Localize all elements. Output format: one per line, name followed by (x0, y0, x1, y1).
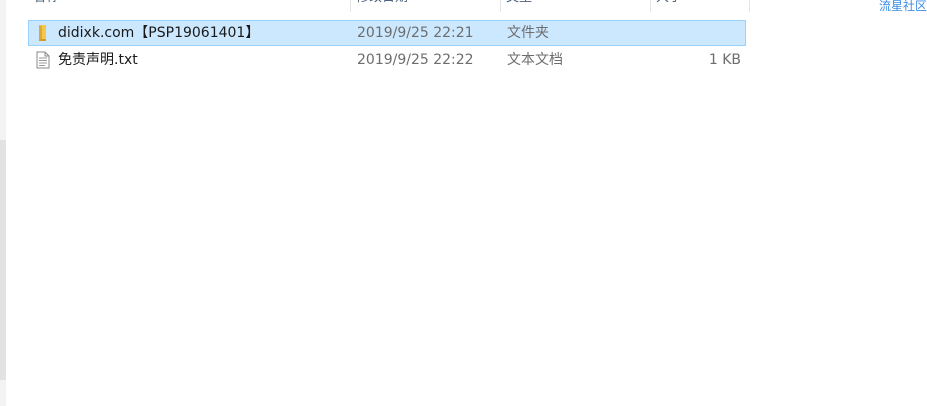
vertical-scrollbar[interactable] (0, 0, 6, 406)
text-file-icon (35, 48, 51, 72)
community-link[interactable]: 流星社区 (879, 0, 927, 14)
scrollbar-thumb[interactable] (0, 140, 6, 380)
column-size-header[interactable]: 大小 (650, 0, 750, 12)
file-size (657, 21, 741, 45)
column-date-header[interactable]: 修改日期 (350, 0, 500, 12)
folder-icon (35, 21, 51, 45)
file-row-text[interactable]: 免责声明.txt 2019/9/25 22:22 文本文档 1 KB (28, 47, 746, 73)
explorer-file-view: 名称 修改日期 类型 大小 流星社区 didixk.com【PSP1906140… (0, 0, 927, 406)
column-type-header[interactable]: 类型 (500, 0, 650, 12)
file-size: 1 KB (708, 52, 741, 68)
file-name: 免责声明.txt (58, 52, 138, 68)
column-name-header[interactable]: 名称 (28, 0, 350, 12)
file-type: 文件夹 (507, 25, 549, 41)
file-date: 2019/9/25 22:22 (357, 52, 474, 68)
file-date: 2019/9/25 22:21 (357, 25, 474, 41)
file-row-folder[interactable]: didixk.com【PSP19061401】 2019/9/25 22:21 … (28, 20, 746, 46)
column-header: 名称 修改日期 类型 大小 (28, 0, 750, 12)
file-type: 文本文档 (507, 52, 563, 68)
file-list: didixk.com【PSP19061401】 2019/9/25 22:21 … (28, 20, 746, 74)
file-name: didixk.com【PSP19061401】 (58, 25, 260, 41)
